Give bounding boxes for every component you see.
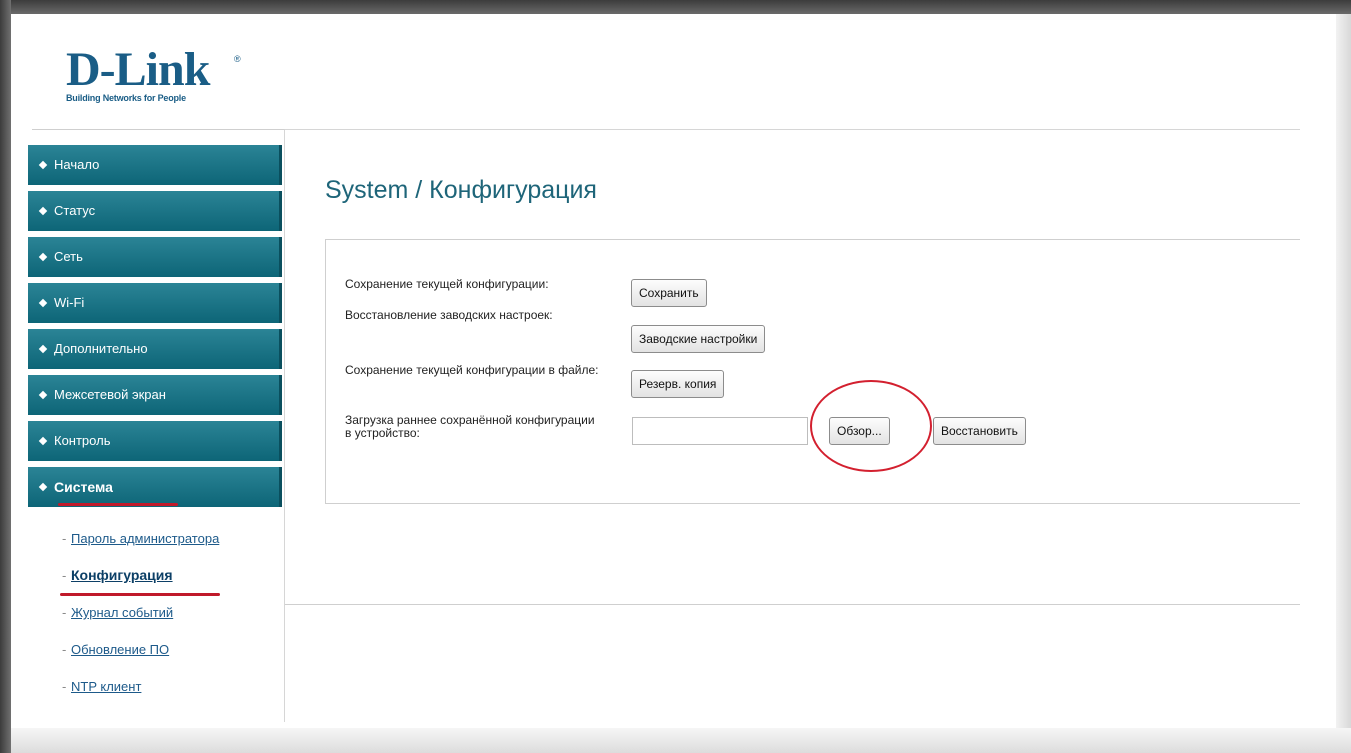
dlink-logo: D-Link ® Building Networks for People: [66, 43, 241, 104]
highlight-underline-configuration: [60, 593, 220, 596]
bullet-icon: [38, 298, 48, 308]
highlight-underline-system: [58, 503, 178, 506]
restore-label: Загрузка раннее сохранённой конфигурации…: [345, 413, 595, 440]
restore-button[interactable]: Восстановить: [933, 417, 1026, 445]
menu-item-home[interactable]: Начало: [28, 145, 282, 185]
config-file-path-input[interactable]: [632, 417, 808, 445]
menu-item-label: Межсетевой экран: [54, 387, 166, 402]
menu-item-advanced[interactable]: Дополнительно: [28, 329, 282, 369]
factory-reset-label: Восстановление заводских настроек:: [345, 308, 553, 322]
submenu-dash: -: [62, 605, 67, 620]
content-bottom-divider: [285, 604, 1300, 605]
screenshot-frame-left: [0, 0, 11, 753]
submenu-link-firmware-update[interactable]: Обновление ПО: [71, 641, 169, 658]
menu-item-status[interactable]: Статус: [28, 191, 282, 231]
page-title: System / Конфигурация: [325, 176, 597, 204]
page-shadow-right: [1336, 14, 1351, 753]
factory-reset-button[interactable]: Заводские настройки: [631, 325, 766, 353]
menu-item-label: Сеть: [54, 249, 83, 264]
backup-label: Сохранение текущей конфигурации в файле:: [345, 363, 599, 377]
backup-button[interactable]: Резерв. копия: [631, 370, 725, 398]
content-top-divider: [285, 129, 1300, 130]
screenshot-frame-top: [0, 0, 1351, 14]
submenu-link-admin-password[interactable]: Пароль администратора: [71, 530, 219, 547]
save-button[interactable]: Сохранить: [631, 279, 707, 307]
menu-item-control[interactable]: Контроль: [28, 421, 282, 461]
submenu-dash: -: [62, 531, 67, 546]
bullet-icon: [38, 482, 48, 492]
menu-item-label: Система: [54, 479, 113, 495]
bullet-icon: [38, 206, 48, 216]
page-shadow-bottom: [11, 728, 1351, 753]
menu-item-system[interactable]: Система: [28, 467, 282, 507]
menu-item-label: Wi-Fi: [54, 295, 85, 310]
submenu-dash: -: [62, 568, 67, 583]
bullet-icon: [38, 252, 48, 262]
logo-wordmark: D-Link: [66, 43, 210, 96]
menu-item-network[interactable]: Сеть: [28, 237, 282, 277]
bullet-icon: [38, 344, 48, 354]
save-config-label: Сохранение текущей конфигурации:: [345, 277, 549, 291]
bullet-icon: [38, 390, 48, 400]
menu-item-label: Контроль: [54, 433, 111, 448]
submenu-link-event-log[interactable]: Журнал событий: [71, 604, 173, 621]
main-menu: Начало Статус Сеть Wi-Fi Дополнительно М…: [28, 145, 282, 513]
submenu-dash: -: [62, 642, 67, 657]
submenu-link-configuration[interactable]: Конфигурация: [71, 567, 173, 584]
submenu-link-ntp-client[interactable]: NTP клиент: [71, 678, 141, 695]
menu-item-label: Дополнительно: [54, 341, 148, 356]
bullet-icon: [38, 160, 48, 170]
menu-item-firewall[interactable]: Межсетевой экран: [28, 375, 282, 415]
menu-item-label: Статус: [54, 203, 96, 218]
browse-button[interactable]: Обзор...: [829, 417, 890, 445]
logo-registered-mark: ®: [234, 54, 241, 64]
menu-item-label: Начало: [54, 157, 100, 172]
submenu-dash: -: [62, 679, 67, 694]
menu-item-wifi[interactable]: Wi-Fi: [28, 283, 282, 323]
bullet-icon: [38, 436, 48, 446]
